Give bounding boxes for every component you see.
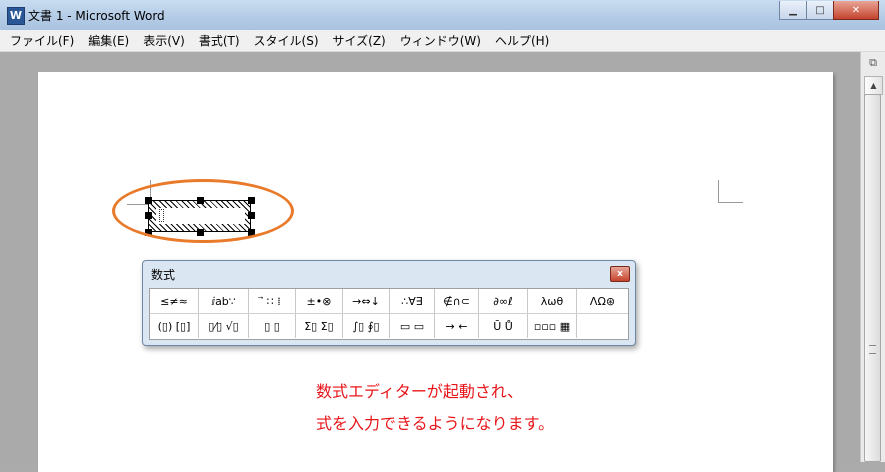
minimize-button[interactable]: ▁ — [779, 1, 807, 20]
greek-lowercase-button[interactable]: λωθ — [528, 289, 577, 313]
toolbar-close-button[interactable]: x — [610, 266, 630, 282]
embellishments-button[interactable]: ⃗ ∷ ⁞ — [249, 289, 296, 313]
word-app-icon[interactable]: W — [7, 7, 25, 25]
underbar-overbar-templates-button[interactable]: ▭ ▭ — [390, 314, 435, 338]
palette-row-templates: (▯) [▯] ▯⁄▯ √▯ ▯ ▯ Σ▯ Σ▯ ∫▯ ∮▯ ▭ ▭ → ← Ū… — [150, 314, 628, 339]
menu-window[interactable]: ウィンドウ(W) — [400, 32, 481, 49]
relational-symbols-button[interactable]: ≤≠≈ — [150, 289, 199, 313]
split-box-icon[interactable]: ⧉ — [865, 56, 881, 72]
equation-toolbar-title: 数式 — [151, 268, 176, 282]
minimize-icon: ▁ — [789, 4, 797, 16]
menu-bar: ファイル(F) 編集(E) 表示(V) 書式(T) スタイル(S) サイズ(Z)… — [0, 30, 885, 52]
logical-symbols-button[interactable]: ∴∀∃ — [390, 289, 435, 313]
caption-line-1: 数式エディターが起動され、 — [316, 382, 524, 401]
misc-symbols-button[interactable]: ∂∞ℓ — [479, 289, 528, 313]
right-margin-mark — [718, 180, 743, 203]
window-title: 文書 1 - Microsoft Word — [28, 9, 165, 23]
maximize-button[interactable]: □ — [806, 1, 834, 20]
menu-style[interactable]: スタイル(S) — [254, 32, 319, 49]
menu-format[interactable]: 書式(T) — [199, 32, 240, 49]
set-theory-button[interactable]: ∉∩⊂ — [435, 289, 479, 313]
menu-file[interactable]: ファイル(F) — [10, 32, 74, 49]
integral-templates-button[interactable]: ∫▯ ∮▯ — [343, 314, 390, 338]
spaces-ellipses-button[interactable]: ⅈab∵ — [199, 289, 249, 313]
close-button[interactable]: ✕ — [833, 1, 879, 20]
title-bar: W 文書 1 - Microsoft Word ▁ □ ✕ — [0, 0, 885, 31]
arrow-symbols-button[interactable]: →⇔↓ — [343, 289, 390, 313]
summation-templates-button[interactable]: Σ▯ Σ▯ — [296, 314, 343, 338]
operator-symbols-button[interactable]: ±•⊗ — [296, 289, 343, 313]
equation-palette: ≤≠≈ ⅈab∵ ⃗ ∷ ⁞ ±•⊗ →⇔↓ ∴∀∃ ∉∩⊂ ∂∞ℓ λωθ Λ… — [149, 288, 629, 340]
highlight-ellipse — [112, 179, 294, 243]
equation-toolbar: 数式 x ≤≠≈ ⅈab∵ ⃗ ∷ ⁞ ±•⊗ →⇔↓ ∴∀∃ ∉∩⊂ ∂∞ℓ … — [142, 260, 636, 346]
greek-uppercase-button[interactable]: ΛΩ⊛ — [577, 289, 628, 313]
fraction-radical-templates-button[interactable]: ▯⁄▯ √▯ — [199, 314, 249, 338]
palette-row-symbols: ≤≠≈ ⅈab∵ ⃗ ∷ ⁞ ±•⊗ →⇔↓ ∴∀∃ ∉∩⊂ ∂∞ℓ λωθ Λ… — [150, 289, 628, 314]
vertical-scrollbar[interactable]: ⧉ ▲ — [860, 52, 885, 462]
subscript-superscript-templates-button[interactable]: ▯ ▯ — [249, 314, 296, 338]
scroll-up-button[interactable]: ▲ — [864, 76, 883, 95]
arrow-up-icon: ▲ — [870, 81, 877, 90]
empty-palette-cell — [577, 314, 628, 338]
menu-size[interactable]: サイズ(Z) — [333, 32, 386, 49]
maximize-icon: □ — [815, 4, 825, 16]
menu-edit[interactable]: 編集(E) — [88, 32, 129, 49]
labeled-arrow-templates-button[interactable]: → ← — [435, 314, 479, 338]
matrix-templates-button[interactable]: ▫▫▫ ▦ — [528, 314, 577, 338]
close-icon: ✕ — [851, 4, 861, 16]
thumb-grip-icon — [869, 345, 876, 354]
caption-line-2: 式を入力できるようになります。 — [316, 414, 555, 433]
fence-templates-button[interactable]: (▯) [▯] — [150, 314, 199, 338]
scroll-thumb[interactable] — [864, 94, 881, 462]
menu-view[interactable]: 表示(V) — [143, 32, 185, 49]
window-controls: ▁ □ ✕ — [779, 1, 879, 20]
product-set-templates-button[interactable]: Ū Ů — [479, 314, 528, 338]
menu-help[interactable]: ヘルプ(H) — [495, 32, 549, 49]
